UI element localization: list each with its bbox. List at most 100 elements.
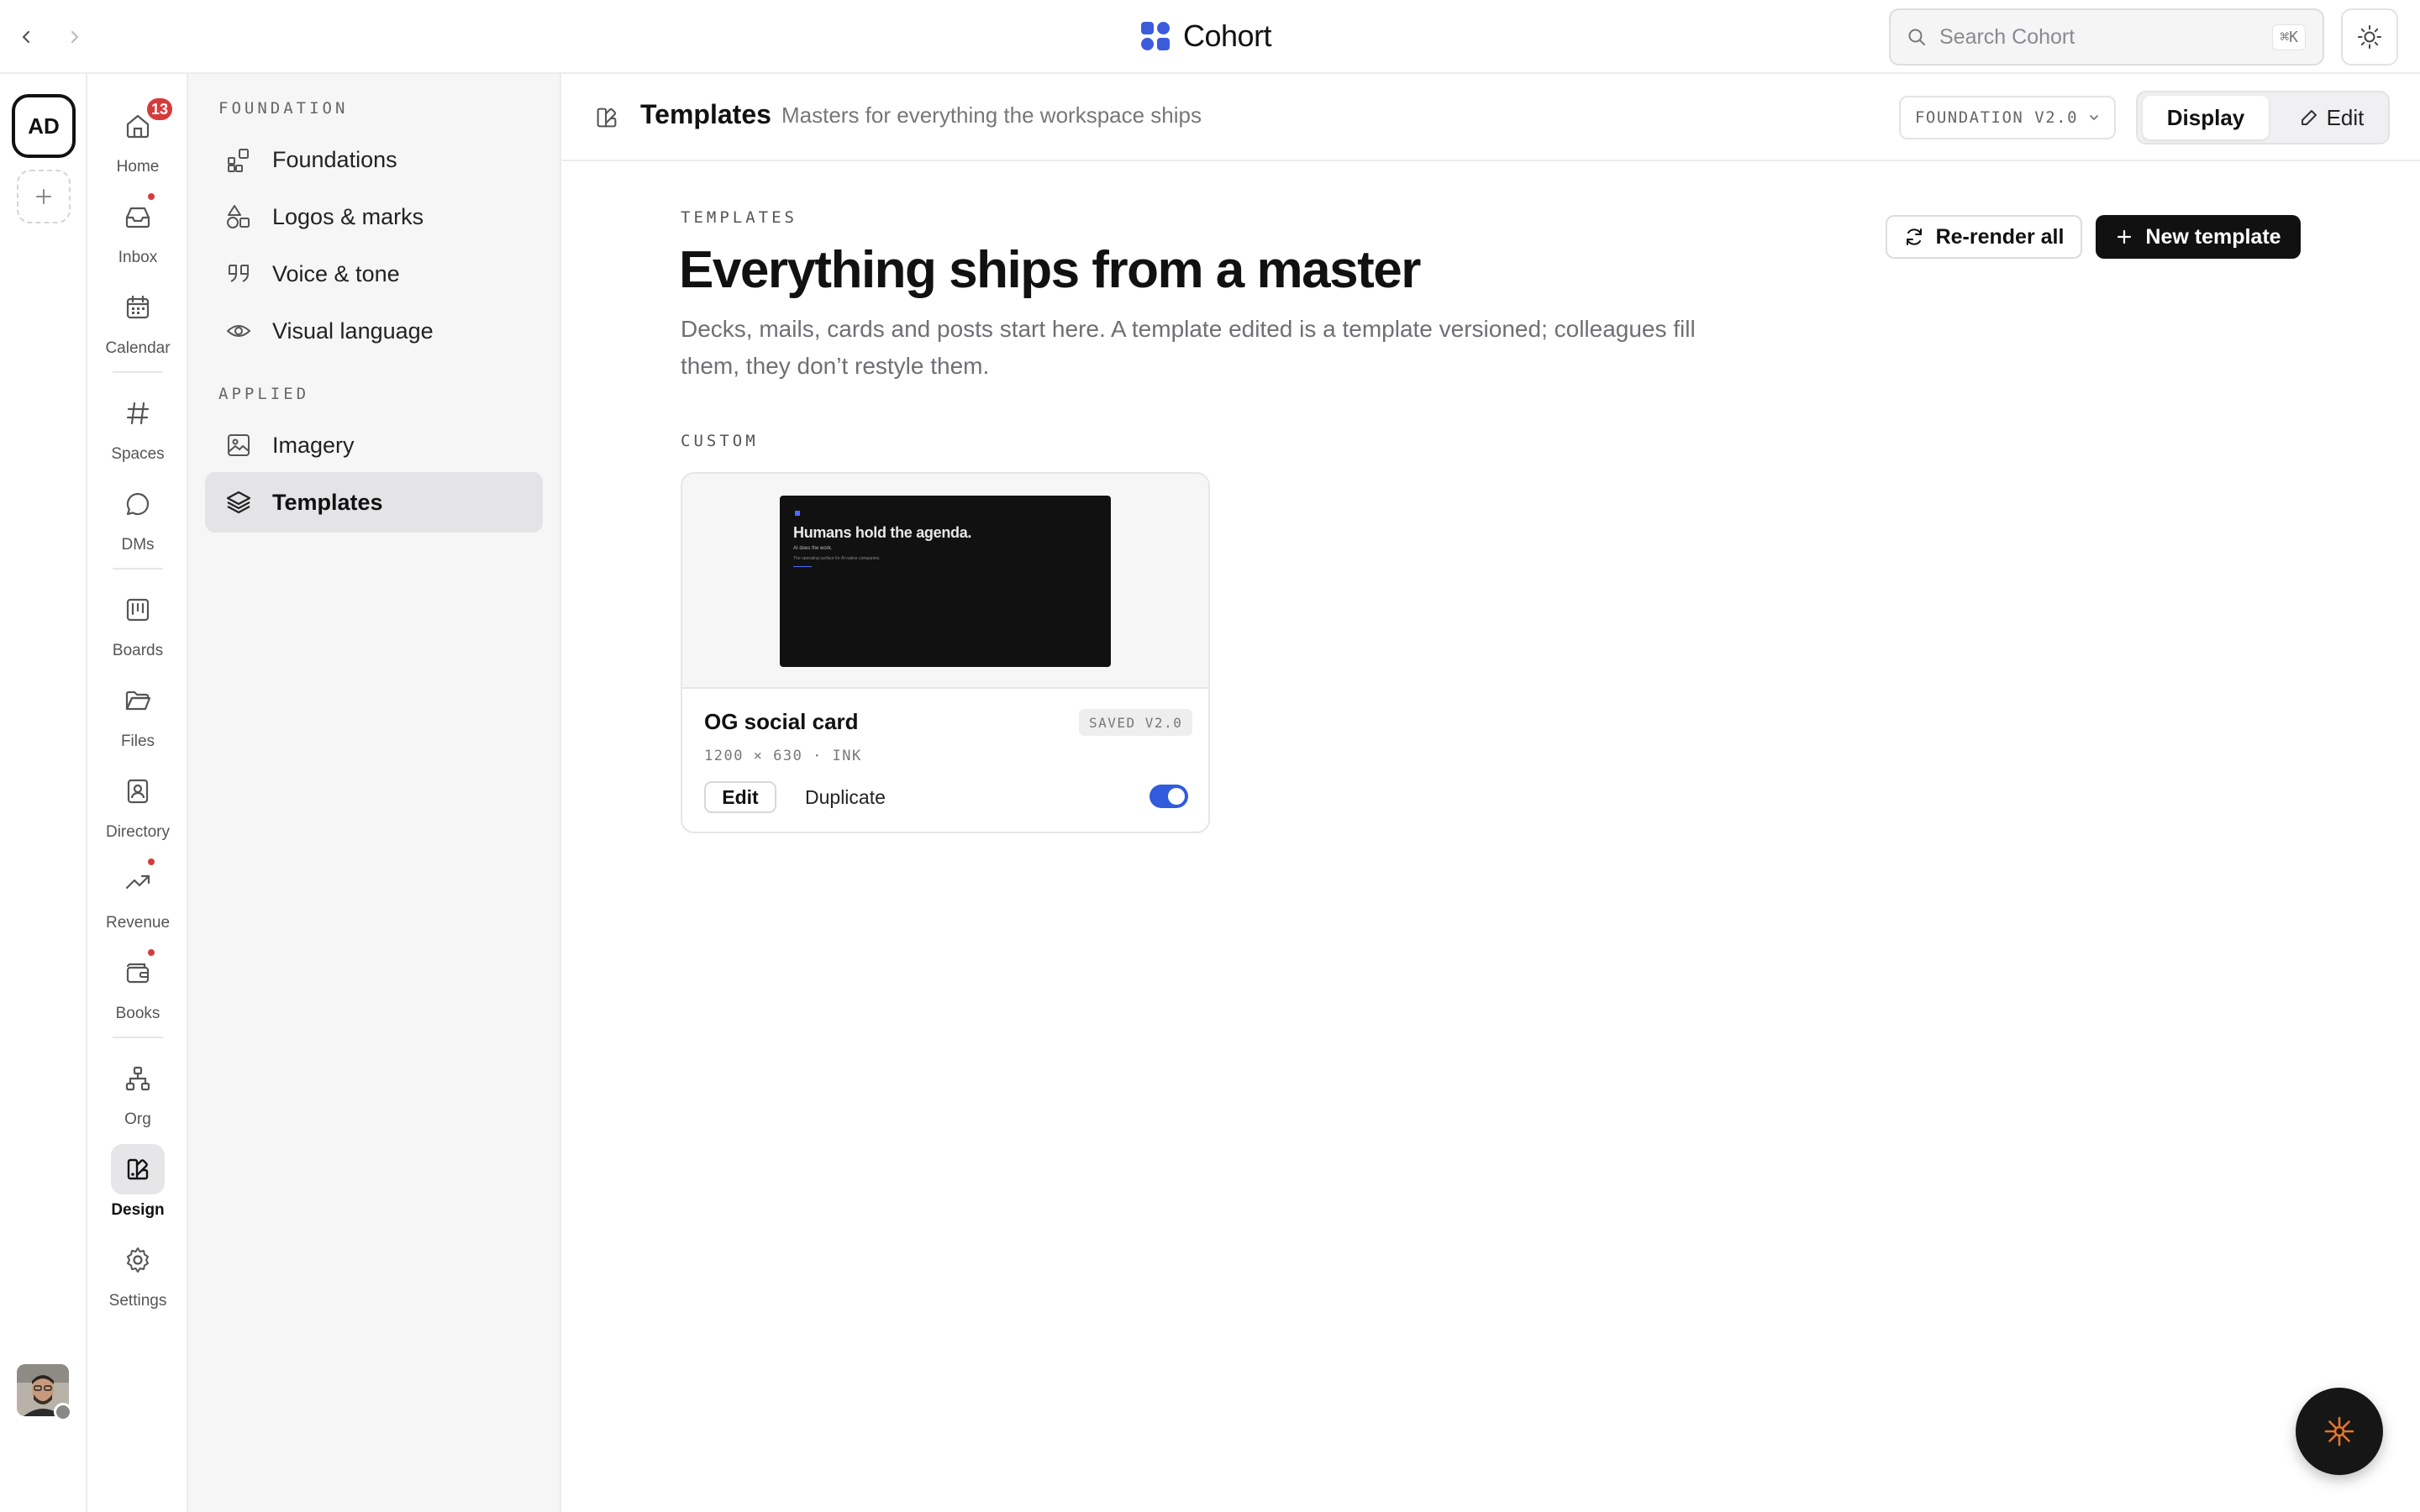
template-enabled-toggle[interactable]	[1150, 785, 1188, 808]
app-label: Inbox	[118, 249, 158, 266]
layers-icon	[226, 491, 251, 514]
pencil-icon	[2301, 110, 2317, 125]
edit-template-button[interactable]: Edit	[704, 781, 776, 813]
workspace-rail: AD	[0, 74, 87, 1512]
duplicate-template-button[interactable]: Duplicate	[805, 781, 886, 813]
blocks-icon	[228, 149, 249, 172]
design-icon	[111, 1144, 165, 1194]
trend-up-icon	[111, 857, 165, 907]
cohort-logo-icon	[1141, 22, 1170, 50]
user-status-indicator	[54, 1403, 72, 1421]
nav-item-label: Imagery	[272, 432, 355, 458]
og-preview-line: AI does the work.	[793, 546, 833, 551]
app-label: Directory	[105, 823, 170, 841]
nav-item-imagery[interactable]: Imagery	[205, 415, 543, 475]
app-files[interactable]: Files	[87, 675, 188, 751]
page-subtitle: Masters for everything the workspace shi…	[781, 102, 1202, 128]
toggle-knob	[1168, 788, 1185, 805]
design-icon	[593, 104, 620, 131]
template-title: OG social card	[704, 709, 859, 734]
nav-item-label: Logos & marks	[272, 203, 424, 229]
edit-mode-label: Edit	[2326, 104, 2365, 130]
back-arrow-icon[interactable]	[12, 22, 42, 52]
nav-item-voice-tone[interactable]: Voice & tone	[205, 244, 543, 304]
app-label: Boards	[112, 642, 164, 659]
app-label: Settings	[108, 1292, 167, 1310]
app-spaces[interactable]: Spaces	[87, 388, 188, 464]
search-placeholder: Search Cohort	[1939, 24, 2075, 49]
page-header: Templates Masters for everything the wor…	[561, 74, 2420, 161]
og-card-thumbnail: Humans hold the agenda. AI does the work…	[780, 496, 1111, 667]
theme-toggle-button[interactable]	[2341, 8, 2398, 66]
refresh-icon	[1906, 228, 1922, 245]
plus-icon	[2118, 229, 2132, 244]
status-badge: SAVED V2.0	[1079, 709, 1193, 736]
template-card[interactable]: Humans hold the agenda. AI does the work…	[681, 472, 1210, 833]
app-calendar[interactable]: Calendar	[87, 282, 188, 358]
rail-divider	[113, 568, 163, 570]
app-directory[interactable]: Directory	[87, 766, 188, 842]
shapes-icon	[227, 205, 250, 228]
app-boards[interactable]: Boards	[87, 585, 188, 660]
version-select[interactable]: FOUNDATION V2.0	[1899, 96, 2116, 139]
hash-icon	[111, 388, 165, 438]
app-settings[interactable]: Settings	[87, 1235, 188, 1310]
brand: Cohort	[1139, 18, 1272, 54]
nav-item-templates[interactable]: Templates	[205, 472, 543, 533]
version-label: FOUNDATION V2.0	[1914, 108, 2079, 127]
new-template-label: New template	[2145, 224, 2281, 249]
app-design[interactable]: Design	[87, 1144, 188, 1220]
app-label: Home	[116, 158, 160, 176]
rerender-all-button[interactable]: Re-render all	[1886, 215, 2082, 259]
nav-item-visual-language[interactable]: Visual language	[205, 301, 543, 361]
section-eyebrow: TEMPLATES	[681, 208, 797, 227]
chat-bubble-icon	[111, 479, 165, 529]
plus-icon	[36, 189, 51, 204]
assistant-button[interactable]	[2296, 1388, 2383, 1475]
page-description: Decks, mails, cards and posts start here…	[681, 316, 1696, 379]
image-icon	[228, 434, 250, 456]
app-home[interactable]: 13 Home	[87, 96, 188, 176]
app-label: Design	[111, 1201, 165, 1219]
quote-icon	[229, 265, 249, 282]
top-bar: Cohort Search Cohort ⌘K	[0, 0, 2420, 74]
contact-icon	[111, 766, 165, 816]
chevron-down-icon	[2090, 115, 2098, 120]
og-brand-mark	[795, 511, 800, 516]
app-label: Files	[120, 732, 155, 750]
books-alert-dot	[146, 948, 156, 958]
nav-item-label: Voice & tone	[272, 260, 400, 286]
og-preview-title: Humans hold the agenda.	[793, 524, 972, 541]
add-workspace-button[interactable]	[17, 170, 71, 223]
app-rail: 13 Home Inbox Calendar Spaces DMs Boards…	[87, 74, 188, 1512]
app-dms[interactable]: DMs	[87, 479, 188, 554]
nav-item-logos-marks[interactable]: Logos & marks	[205, 186, 543, 247]
template-meta: 1200 × 630 · INK	[704, 748, 862, 764]
nav-item-foundations[interactable]: Foundations	[205, 129, 543, 190]
app-label: DMs	[121, 536, 155, 554]
brand-name: Cohort	[1183, 18, 1272, 53]
mode-switch: Display Edit	[2136, 91, 2390, 144]
folder-icon	[111, 675, 165, 726]
workspace-avatar[interactable]: AD	[12, 94, 76, 158]
sparkle-icon	[2324, 1416, 2354, 1446]
section-sidebar: FOUNDATION Foundations Logos & marks Voi…	[188, 74, 561, 1512]
new-template-button[interactable]: New template	[2096, 215, 2301, 259]
app-revenue[interactable]: Revenue	[87, 857, 188, 932]
app-inbox[interactable]: Inbox	[87, 192, 188, 267]
display-mode-button[interactable]: Display	[2143, 96, 2269, 139]
page-title: Templates	[640, 99, 771, 129]
section-heading: APPLIED	[218, 385, 310, 403]
board-icon	[111, 585, 165, 635]
app-books[interactable]: Books	[87, 948, 188, 1023]
edit-mode-button[interactable]: Edit	[2277, 96, 2386, 139]
search-input[interactable]: Search Cohort ⌘K	[1889, 8, 2324, 66]
section-heading: FOUNDATION	[218, 99, 349, 118]
rail-divider	[113, 1037, 163, 1038]
home-badge: 13	[145, 96, 175, 123]
forward-arrow-icon[interactable]	[59, 22, 89, 52]
inbox-unread-dot	[146, 192, 156, 202]
app-label: Org	[124, 1110, 151, 1128]
app-org[interactable]: Org	[87, 1053, 188, 1129]
nav-item-label: Templates	[272, 489, 383, 515]
